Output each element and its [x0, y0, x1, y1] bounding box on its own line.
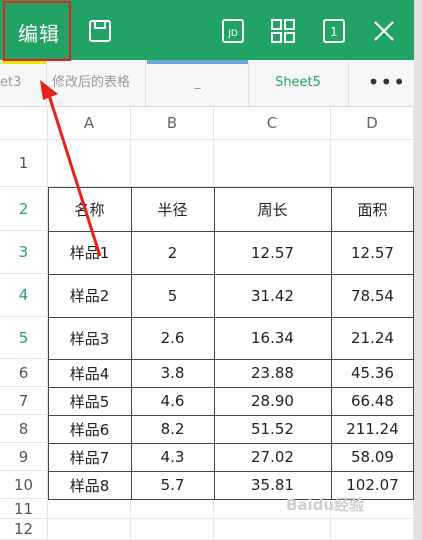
cell-d12[interactable]	[331, 519, 414, 540]
close-icon[interactable]	[371, 18, 397, 44]
table-cell[interactable]: 28.90	[214, 387, 331, 415]
window-count-icon[interactable]: 1	[321, 18, 347, 44]
table-cell[interactable]: 4.3	[131, 443, 214, 471]
table-gridline	[48, 274, 414, 275]
sheet-tabs: et3 修改后的表格 _ Sheet5	[0, 60, 414, 107]
table-gridline	[131, 187, 132, 500]
row-header[interactable]: 2	[0, 187, 48, 231]
table-cell[interactable]: 5	[131, 274, 214, 317]
table-cell[interactable]: 样品5	[48, 387, 131, 415]
row-header[interactable]: 3	[0, 231, 48, 274]
table-cell[interactable]: 21.24	[331, 317, 414, 359]
row-header[interactable]: 11	[0, 499, 48, 519]
table-cell[interactable]: 样品1	[48, 231, 131, 274]
row-header[interactable]: 4	[0, 274, 48, 317]
table-cell[interactable]: 66.48	[331, 387, 414, 415]
table-gridline	[48, 443, 414, 444]
table-cell[interactable]: 样品8	[48, 471, 131, 499]
table-cell[interactable]: 样品4	[48, 359, 131, 387]
table-header-cell[interactable]: 半径	[131, 187, 214, 231]
table-cell[interactable]: 样品3	[48, 317, 131, 359]
tab-color-marker	[147, 60, 248, 64]
row-header[interactable]: 12	[0, 519, 48, 540]
cell-a12[interactable]	[48, 519, 131, 540]
table-cell[interactable]: 27.02	[214, 443, 331, 471]
column-header-d[interactable]: D	[331, 106, 414, 140]
table-cell[interactable]: 78.54	[331, 274, 414, 317]
table-gridline	[48, 231, 414, 232]
cell-d1[interactable]	[331, 140, 414, 187]
svg-text:JD: JD	[227, 29, 238, 39]
table-header-cell[interactable]: 面积	[331, 187, 414, 231]
table-cell[interactable]: 5.7	[131, 471, 214, 499]
table-header-cell[interactable]: 周长	[214, 187, 331, 231]
jd-icon[interactable]: JD	[220, 18, 246, 44]
table-cell[interactable]: 23.88	[214, 359, 331, 387]
table-cell[interactable]: 16.34	[214, 317, 331, 359]
table-gridline	[214, 187, 215, 500]
row-header[interactable]: 10	[0, 471, 48, 499]
table-cell[interactable]: 2	[131, 231, 214, 274]
cell-b12[interactable]	[131, 519, 214, 540]
table-cell[interactable]: 8.2	[131, 415, 214, 443]
table-cell[interactable]: 12.57	[331, 231, 414, 274]
table-gridline	[48, 359, 414, 360]
more-menu-button[interactable]: •••	[368, 60, 406, 106]
row-header[interactable]: 6	[0, 359, 48, 387]
table-cell[interactable]: 4.6	[131, 387, 214, 415]
cell-a11[interactable]	[48, 499, 131, 519]
table-cell[interactable]: 211.24	[331, 415, 414, 443]
table-cell[interactable]: 2.6	[131, 317, 214, 359]
row-header[interactable]: 9	[0, 443, 48, 471]
cell-b1[interactable]	[131, 140, 214, 187]
row-header[interactable]: 8	[0, 415, 48, 443]
select-all-corner[interactable]	[0, 106, 48, 140]
save-icon[interactable]	[87, 18, 113, 44]
cell-c12[interactable]	[214, 519, 331, 540]
watermark: Baidu经验	[286, 496, 365, 514]
tab-unnamed[interactable]: _	[147, 60, 249, 106]
table-cell[interactable]: 3.8	[131, 359, 214, 387]
table-cell[interactable]: 12.57	[214, 231, 331, 274]
table-header-cell[interactable]: 名称	[48, 187, 131, 231]
table-cell[interactable]: 45.36	[331, 359, 414, 387]
cell-b11[interactable]	[131, 499, 214, 519]
table-cell[interactable]: 样品6	[48, 415, 131, 443]
table-cell[interactable]: 样品2	[48, 274, 131, 317]
tab-modified-table[interactable]: 修改后的表格	[46, 60, 146, 106]
table-gridline	[331, 187, 332, 500]
cell-a1[interactable]	[48, 140, 131, 187]
scrollbar[interactable]	[414, 0, 422, 540]
table-gridline	[48, 471, 414, 472]
row-header[interactable]: 1	[0, 140, 48, 187]
table-cell[interactable]: 51.52	[214, 415, 331, 443]
table-gridline	[48, 387, 414, 388]
cell-c1[interactable]	[214, 140, 331, 187]
table-gridline	[48, 317, 414, 318]
table-gridline	[48, 415, 414, 416]
column-header-b[interactable]: B	[131, 106, 214, 140]
table-cell[interactable]: 31.42	[214, 274, 331, 317]
tab-sheet3[interactable]: et3	[0, 60, 47, 106]
row-header[interactable]: 7	[0, 387, 48, 415]
table-cell[interactable]: 58.09	[331, 443, 414, 471]
column-header-c[interactable]: C	[214, 106, 331, 140]
highlight-box	[3, 1, 71, 61]
row-header[interactable]: 5	[0, 317, 48, 359]
column-header-a[interactable]: A	[48, 106, 131, 140]
tab-sheet5[interactable]: Sheet5	[248, 60, 349, 106]
grid-icon[interactable]	[270, 18, 296, 44]
table-cell[interactable]: 样品7	[48, 443, 131, 471]
svg-text:1: 1	[330, 25, 338, 39]
